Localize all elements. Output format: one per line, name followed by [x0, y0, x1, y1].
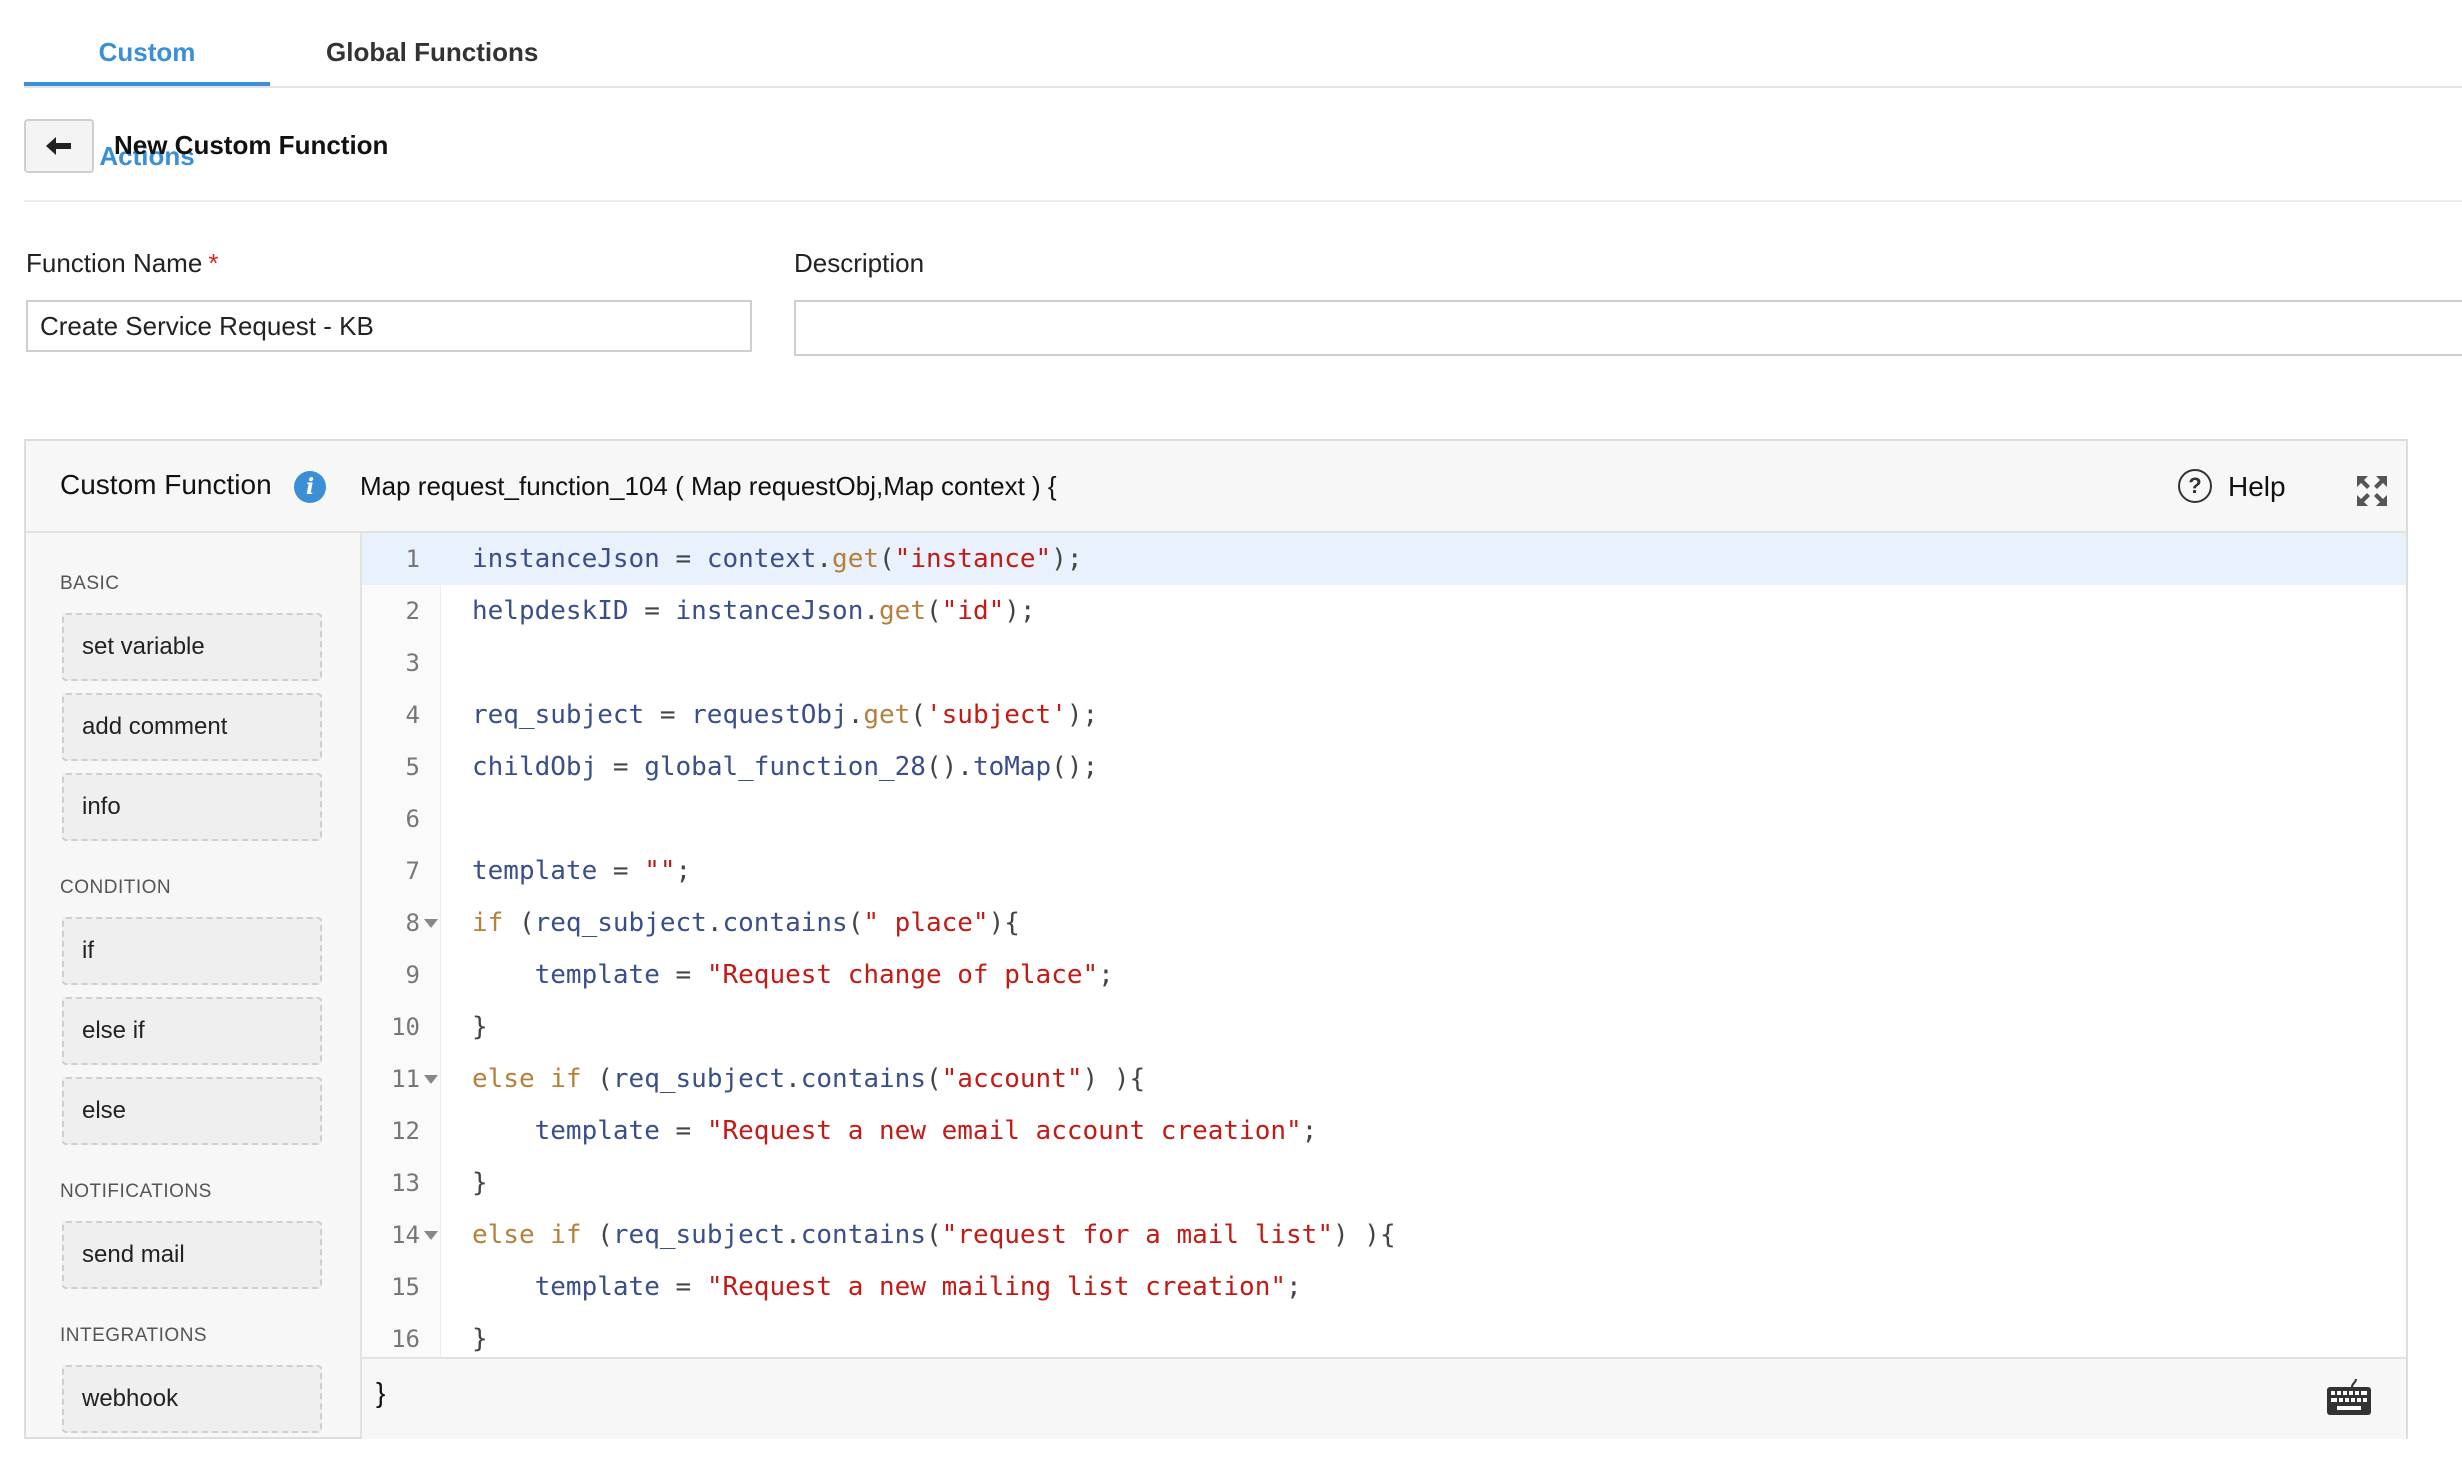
code-line[interactable]: 16} — [362, 1313, 2406, 1357]
snippet-add-comment[interactable]: add comment — [62, 693, 322, 761]
closing-brace: } — [376, 1377, 386, 1408]
line-number: 15 — [391, 1273, 420, 1301]
expand-icon[interactable] — [2354, 473, 2390, 509]
code-line[interactable]: 10} — [362, 1001, 2406, 1053]
section-basic-title: BASIC — [60, 573, 120, 594]
code-editor[interactable]: 1 instanceJson = context.get("instance");… — [362, 533, 2406, 1357]
line-number: 3 — [405, 649, 420, 677]
code-text: else if (req_subject.contains("request f… — [472, 1220, 1396, 1250]
panel-header: Custom Function i Map request_function_1… — [26, 441, 2406, 533]
code-line[interactable]: 12 template = "Request a new email accou… — [362, 1105, 2406, 1157]
line-number: 16 — [391, 1325, 420, 1353]
code-text: } — [472, 1168, 488, 1198]
panel-title: Custom Function — [60, 469, 272, 500]
snippet-else[interactable]: else — [62, 1077, 322, 1145]
line-number: 14 — [391, 1221, 420, 1249]
description-input[interactable] — [794, 300, 2462, 356]
snippet-info[interactable]: info — [62, 773, 322, 841]
snippet-send-mail[interactable]: send mail — [62, 1221, 322, 1289]
help-link[interactable]: Help — [2228, 471, 2286, 503]
fold-caret-icon[interactable] — [424, 918, 438, 928]
snippet-webhook[interactable]: webhook — [62, 1365, 322, 1433]
code-text: childObj = global_function_28().toMap(); — [472, 752, 1099, 782]
code-line[interactable]: 11 else if (req_subject.contains("account… — [362, 1053, 2406, 1105]
line-number: 6 — [405, 805, 420, 833]
line-number: 13 — [391, 1169, 420, 1197]
code-line[interactable]: 9 template = "Request change of place"; — [362, 949, 2406, 1001]
line-number: 4 — [405, 701, 420, 729]
line-number: 11 — [391, 1065, 420, 1093]
snippet-else-if[interactable]: else if — [62, 997, 322, 1065]
custom-function-panel: Custom Function i Map request_function_1… — [24, 439, 2408, 1439]
code-text: template = "Request change of place"; — [534, 960, 1114, 990]
code-text: else if (req_subject.contains("account")… — [472, 1064, 1146, 1094]
line-number: 12 — [391, 1117, 420, 1145]
code-line[interactable]: 2 helpdeskID = instanceJson.get("id"); — [362, 585, 2406, 637]
snippet-sidebar: BASIC set variable add comment info COND… — [26, 533, 362, 1437]
tab-global-functions[interactable]: Global Functions — [296, 0, 568, 86]
line-number: 2 — [405, 597, 420, 625]
arrow-left-icon — [46, 137, 71, 155]
tab-custom-actions[interactable]: Custom Actions — [24, 0, 270, 171]
code-text: template = "Request a new mailing list c… — [534, 1272, 1302, 1302]
section-integrations-title: INTEGRATIONS — [60, 1325, 208, 1346]
code-line[interactable]: 7 template = ""; — [362, 845, 2406, 897]
editor-footer: } — [362, 1357, 2406, 1439]
code-text: instanceJson = context.get("instance"); — [472, 544, 1083, 574]
description-label: Description — [794, 248, 925, 278]
keyboard-icon[interactable] — [2326, 1377, 2372, 1417]
code-text: template = "Request a new email account … — [534, 1116, 1318, 1146]
page-title: New Custom Function — [114, 130, 389, 160]
tab-bar: Custom Actions Global Functions — [24, 0, 2462, 171]
question-circle-icon[interactable]: ? — [2178, 469, 2212, 503]
line-number: 1 — [405, 545, 420, 573]
code-line[interactable]: 3 — [362, 637, 2406, 689]
back-button[interactable] — [24, 119, 94, 173]
code-line[interactable]: 6 — [362, 793, 2406, 845]
function-name-label: Function Name * — [26, 248, 218, 279]
code-text: req_subject = requestObj.get('subject'); — [472, 700, 1099, 730]
line-number: 8 — [405, 909, 420, 937]
code-line[interactable]: 15 template = "Request a new mailing lis… — [362, 1261, 2406, 1313]
line-number: 9 — [405, 961, 420, 989]
section-condition-title: CONDITION — [60, 877, 172, 898]
code-line[interactable]: 4 req_subject = requestObj.get('subject')… — [362, 689, 2406, 741]
info-icon[interactable]: i — [294, 471, 326, 503]
snippet-if[interactable]: if — [62, 917, 322, 985]
snippet-set-variable[interactable]: set variable — [62, 613, 322, 681]
fold-caret-icon[interactable] — [424, 1074, 438, 1084]
line-number: 7 — [405, 857, 420, 885]
code-text: helpdeskID = instanceJson.get("id"); — [472, 596, 1036, 626]
function-signature: Map request_function_104 ( Map requestOb… — [360, 471, 1057, 501]
code-line[interactable]: 1 instanceJson = context.get("instance"); — [362, 533, 2406, 585]
code-text: if (req_subject.contains(" place"){ — [472, 908, 1020, 938]
line-number: 10 — [391, 1013, 420, 1041]
divider — [24, 200, 2462, 202]
function-name-label-text: Function Name — [26, 248, 203, 278]
code-line[interactable]: 8 if (req_subject.contains(" place"){ — [362, 897, 2406, 949]
code-text: } — [472, 1012, 488, 1042]
code-text: } — [472, 1324, 488, 1354]
line-number: 5 — [405, 753, 420, 781]
section-notifications-title: NOTIFICATIONS — [60, 1181, 212, 1202]
required-marker: * — [208, 248, 219, 278]
code-line[interactable]: 14 else if (req_subject.contains("request… — [362, 1209, 2406, 1261]
code-text: template = ""; — [472, 856, 692, 886]
code-line[interactable]: 5 childObj = global_function_28().toMap()… — [362, 741, 2406, 793]
code-line[interactable]: 13} — [362, 1157, 2406, 1209]
fold-caret-icon[interactable] — [424, 1230, 438, 1240]
function-name-input[interactable] — [26, 300, 752, 352]
